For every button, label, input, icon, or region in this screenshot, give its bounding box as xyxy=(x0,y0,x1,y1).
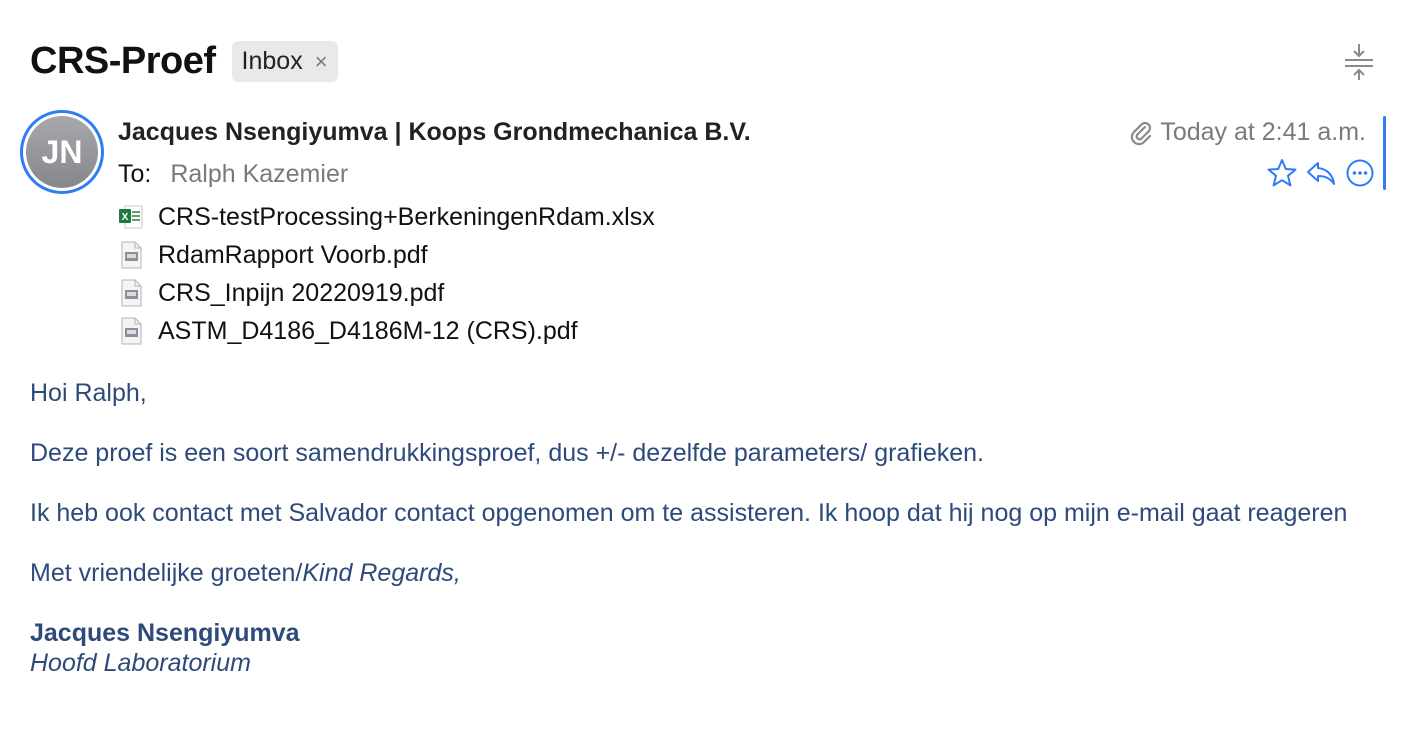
attachment-item[interactable]: ASTM_D4186_D4186M-12 (CRS).pdf xyxy=(118,312,655,350)
closing-text: Met vriendelijke groeten/ xyxy=(30,559,303,587)
svg-text:X: X xyxy=(122,212,129,223)
attachment-name: CRS-testProcessing+BerkeningenRdam.xlsx xyxy=(158,202,655,231)
mailbox-tag-label: Inbox xyxy=(241,47,303,75)
more-icon xyxy=(1346,159,1374,187)
sender-name[interactable]: Jacques Nsengiyumva | Koops Grondmechani… xyxy=(118,118,751,147)
star-icon xyxy=(1267,159,1297,187)
closing: Met vriendelijke groeten/Kind Regards, xyxy=(30,558,1360,588)
message-actions xyxy=(1264,156,1381,190)
attachment-name: CRS_Inpijn 20220919.pdf xyxy=(158,278,445,307)
pdf-file-icon xyxy=(121,279,142,307)
signature-name: Jacques Nsengiyumva xyxy=(30,619,300,647)
mailbox-tag[interactable]: Inbox × xyxy=(231,41,338,82)
subject-header: CRS-Proef Inbox × xyxy=(30,40,338,83)
to-label: To: xyxy=(118,160,152,188)
avatar[interactable]: JN xyxy=(20,110,104,194)
recipient-name[interactable]: Ralph Kazemier xyxy=(170,160,348,188)
closing-text-italic: Kind Regards, xyxy=(302,559,461,587)
pdf-file-icon xyxy=(121,317,142,345)
pdf-file-icon xyxy=(121,241,142,269)
reply-button[interactable] xyxy=(1303,156,1339,190)
subject-title: CRS-Proef xyxy=(30,40,216,82)
recipient-row: To: Ralph Kazemier xyxy=(118,160,348,189)
message-body: Hoi Ralph, Deze proef is een soort samen… xyxy=(30,378,1360,678)
flag-button[interactable] xyxy=(1264,156,1300,190)
focus-indicator xyxy=(1383,116,1386,190)
avatar-initials: JN xyxy=(26,116,98,188)
body-paragraph: Ik heb ook contact met Salvador contact … xyxy=(30,499,1348,527)
collapse-thread-icon[interactable] xyxy=(1342,42,1376,82)
attachment-item[interactable]: RdamRapport Voorb.pdf xyxy=(118,236,655,274)
message-date: Today at 2:41 a.m. xyxy=(1160,118,1366,146)
attachment-list: X CRS-testProcessing+BerkeningenRdam.xls… xyxy=(118,198,655,350)
attachment-item[interactable]: CRS_Inpijn 20220919.pdf xyxy=(118,274,655,312)
more-button[interactable] xyxy=(1342,156,1378,190)
attachment-name: ASTM_D4186_D4186M-12 (CRS).pdf xyxy=(158,316,578,345)
signature-role: Hoofd Laboratorium xyxy=(30,649,251,677)
reply-icon xyxy=(1307,162,1335,185)
paperclip-icon xyxy=(1131,121,1152,145)
excel-file-icon: X xyxy=(119,205,143,229)
close-icon[interactable]: × xyxy=(315,49,328,75)
attachment-item[interactable]: X CRS-testProcessing+BerkeningenRdam.xls… xyxy=(118,198,655,236)
body-paragraph: Deze proef is een soort samendrukkingspr… xyxy=(30,439,984,467)
attachment-name: RdamRapport Voorb.pdf xyxy=(158,240,428,269)
message-date-row: Today at 2:41 a.m. xyxy=(1130,118,1366,147)
greeting: Hoi Ralph, xyxy=(30,379,147,407)
